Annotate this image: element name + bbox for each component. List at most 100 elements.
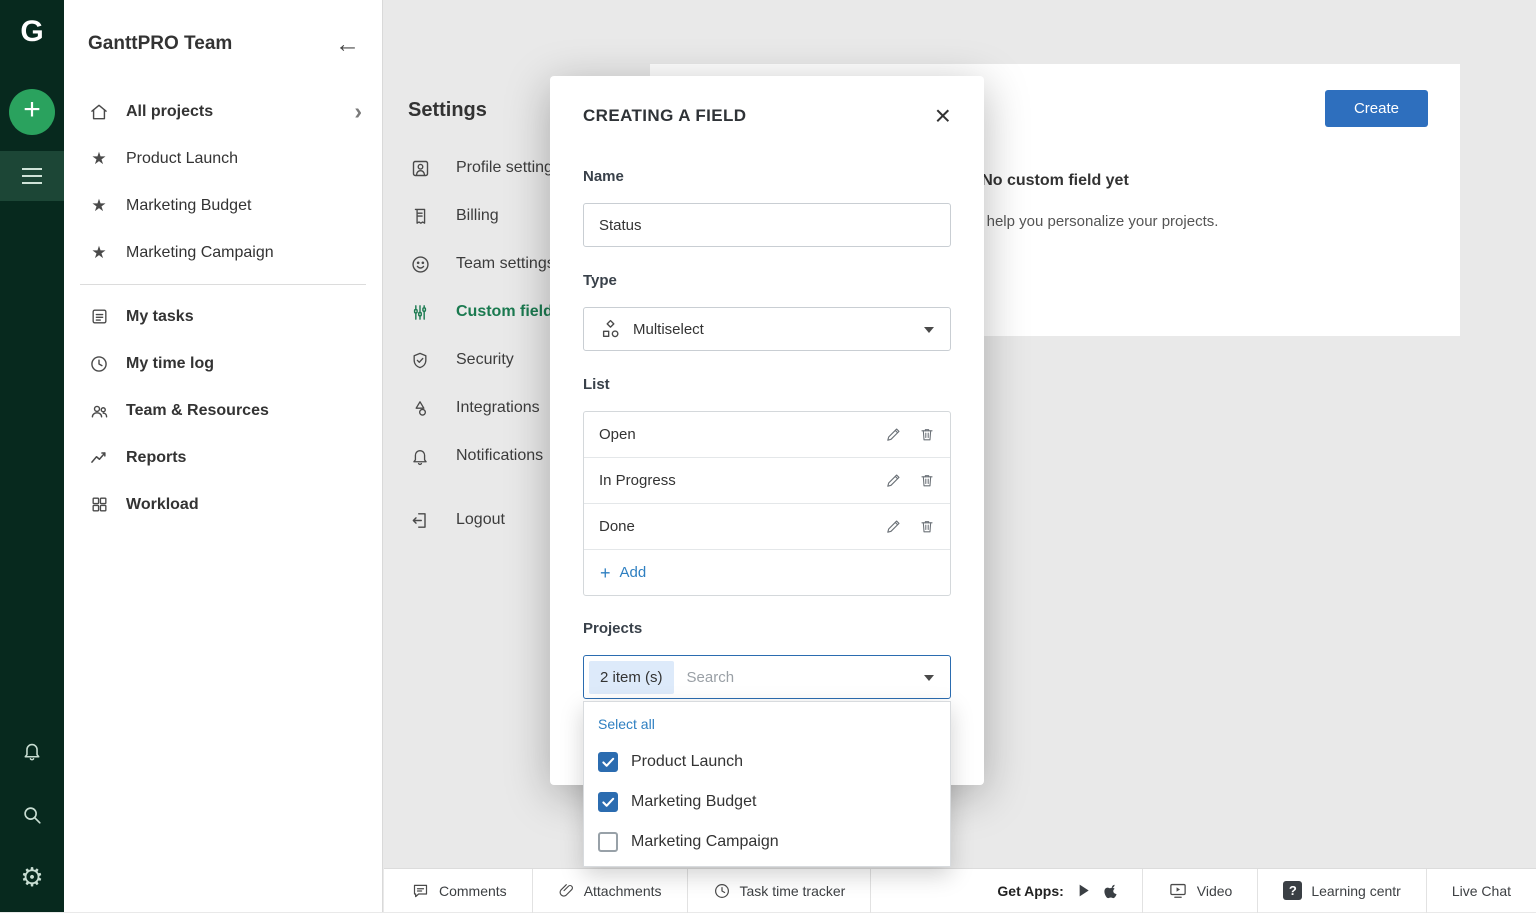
shield-icon — [408, 350, 432, 371]
bell-icon — [408, 446, 432, 467]
settings-item-label: Security — [456, 351, 514, 369]
project-sidebar: GanttPRO Team ← All projects › ★ Product… — [64, 0, 383, 912]
checkbox[interactable] — [598, 792, 618, 812]
star-icon: ★ — [88, 196, 110, 216]
projects-label: Projects — [583, 620, 951, 638]
search-icon[interactable] — [0, 804, 64, 826]
tasks-icon — [88, 307, 110, 326]
checkbox[interactable] — [598, 752, 618, 772]
settings-item-label: Integrations — [456, 399, 540, 417]
attachments-label: Attachments — [584, 883, 662, 899]
collapse-sidebar-icon[interactable]: ← — [335, 32, 360, 57]
attachments-button[interactable]: Attachments — [533, 869, 687, 912]
project-option-product-launch[interactable]: Product Launch — [584, 742, 950, 782]
comments-button[interactable]: Comments — [386, 869, 532, 912]
add-option-button[interactable]: + Add — [584, 550, 950, 595]
sidebar-item-label: All projects — [126, 103, 213, 121]
get-apps-group: Get Apps: — [975, 869, 1141, 912]
settings-item-label: Billing — [456, 207, 499, 225]
name-input[interactable] — [583, 203, 951, 247]
type-label: Type — [583, 272, 951, 290]
menu-toggle[interactable] — [0, 151, 64, 201]
sidebar-item-my-tasks[interactable]: My tasks — [64, 293, 382, 340]
edit-icon[interactable] — [885, 426, 902, 443]
grid-icon — [88, 495, 110, 514]
comments-label: Comments — [439, 883, 507, 899]
settings-item-label: Notifications — [456, 447, 543, 465]
footer-separator — [870, 869, 871, 913]
project-option-label: Marketing Budget — [631, 793, 756, 811]
home-icon — [88, 102, 110, 122]
sidebar-item-my-time-log[interactable]: My time log — [64, 340, 382, 387]
list-label: List — [583, 376, 951, 394]
list-item: Open — [584, 412, 950, 458]
project-option-marketing-budget[interactable]: Marketing Budget — [584, 782, 950, 822]
learning-center-button[interactable]: ? Learning centr — [1258, 869, 1426, 912]
app-logo[interactable]: G — [0, 0, 64, 64]
video-label: Video — [1197, 883, 1233, 899]
chevron-right-icon[interactable]: › — [354, 100, 362, 123]
notifications-bell-icon[interactable] — [0, 740, 64, 762]
delete-icon[interactable] — [919, 518, 935, 535]
selected-count-badge: 2 item (s) — [589, 661, 674, 694]
checkbox[interactable] — [598, 832, 618, 852]
live-chat-label: Live Chat — [1452, 883, 1511, 899]
video-button[interactable]: Video — [1143, 869, 1258, 912]
sidebar-item-reports[interactable]: Reports — [64, 434, 382, 481]
settings-item-label: Team settings — [456, 255, 555, 273]
edit-icon[interactable] — [885, 518, 902, 535]
task-time-tracker-button[interactable]: Task time tracker — [688, 869, 871, 912]
option-list: Open In Progress Done + Add — [583, 411, 951, 596]
create-button[interactable]: Create — [1325, 90, 1428, 127]
chevron-down-icon — [924, 675, 934, 681]
sidebar-item-all-projects[interactable]: All projects › — [64, 88, 382, 135]
sidebar-divider — [80, 284, 366, 285]
list-item: Done — [584, 504, 950, 550]
team-settings-icon — [408, 254, 432, 275]
project-option-label: Marketing Campaign — [631, 833, 779, 851]
sidebar-item-label: My tasks — [126, 308, 194, 326]
close-icon[interactable]: × — [935, 106, 951, 126]
apple-icon[interactable] — [1104, 882, 1120, 900]
delete-icon[interactable] — [919, 472, 935, 489]
sidebar-item-marketing-budget[interactable]: ★ Marketing Budget — [64, 182, 382, 229]
settings-gear-icon[interactable]: ⚙ — [0, 862, 64, 893]
delete-icon[interactable] — [919, 426, 935, 443]
search-input[interactable]: Search — [687, 669, 735, 686]
logout-icon — [408, 510, 432, 531]
projects-select[interactable]: 2 item (s) Search — [583, 655, 951, 699]
plus-icon: + — [23, 93, 41, 127]
settings-item-label: Custom fields — [456, 303, 562, 321]
settings-item-label: Logout — [456, 511, 505, 529]
creating-field-modal: CREATING A FIELD × Name Type Multiselect… — [550, 76, 984, 785]
integrations-icon — [408, 398, 432, 419]
people-icon — [88, 401, 110, 421]
list-item-label: Done — [599, 518, 635, 535]
bottom-bar: Comments Attachments Task time tracker G… — [384, 868, 1536, 912]
custom-fields-icon — [408, 302, 432, 323]
sidebar-item-workload[interactable]: Workload — [64, 481, 382, 528]
edit-icon[interactable] — [885, 472, 902, 489]
select-all-link[interactable]: Select all — [584, 702, 950, 742]
plus-icon: + — [600, 564, 611, 582]
profile-icon — [408, 158, 432, 179]
project-option-marketing-campaign[interactable]: Marketing Campaign — [584, 822, 950, 862]
star-icon: ★ — [88, 149, 110, 169]
list-item: In Progress — [584, 458, 950, 504]
billing-icon — [408, 206, 432, 227]
add-button[interactable]: + — [9, 89, 55, 135]
sidebar-item-label: Reports — [126, 449, 186, 467]
sidebar-item-label: Team & Resources — [126, 402, 269, 420]
live-chat-button[interactable]: Live Chat — [1427, 869, 1536, 912]
sidebar-item-marketing-campaign[interactable]: ★ Marketing Campaign — [64, 229, 382, 276]
type-select[interactable]: Multiselect — [583, 307, 951, 351]
multiselect-icon — [599, 318, 622, 340]
sidebar-item-team-resources[interactable]: Team & Resources — [64, 387, 382, 434]
google-play-icon[interactable] — [1076, 882, 1092, 899]
sidebar-header: GanttPRO Team ← — [64, 0, 382, 88]
sidebar-item-label: Marketing Campaign — [126, 244, 274, 262]
video-icon — [1168, 881, 1188, 900]
sidebar-item-product-launch[interactable]: ★ Product Launch — [64, 135, 382, 182]
add-option-label: Add — [620, 564, 647, 581]
paperclip-icon — [558, 882, 575, 900]
